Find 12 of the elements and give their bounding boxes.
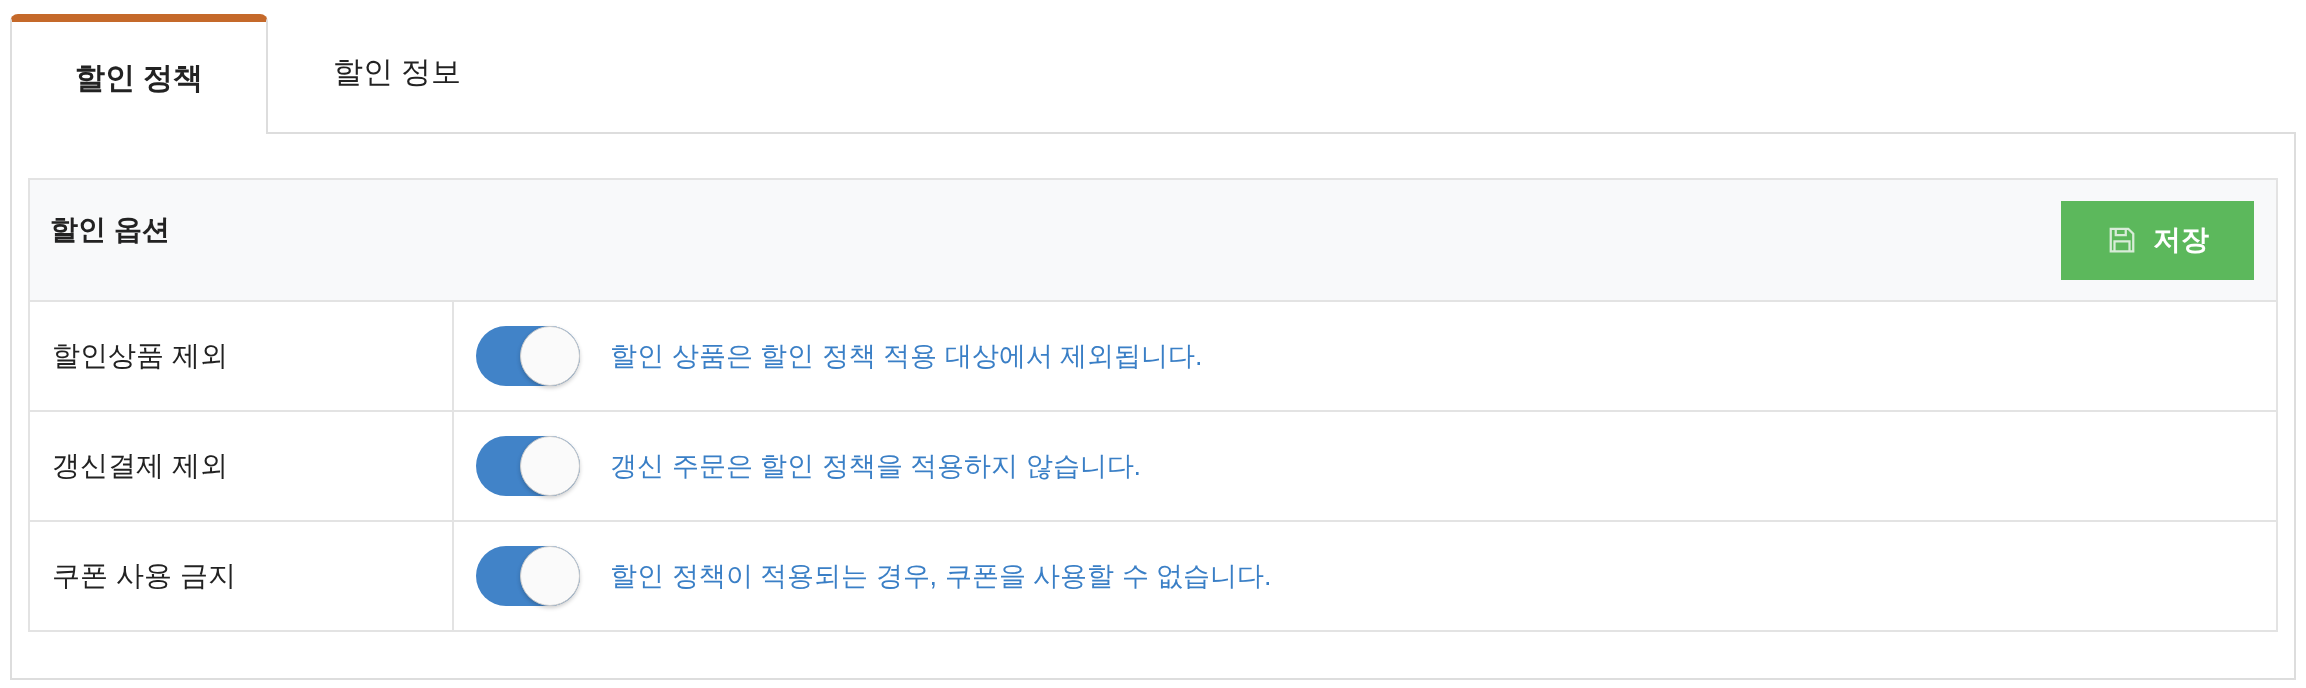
option-description: 할인 정책이 적용되는 경우, 쿠폰을 사용할 수 없습니다.: [610, 560, 1272, 593]
card-title: 할인 옵션: [50, 213, 170, 247]
option-label: 갱신결제 제외: [30, 412, 454, 520]
option-label: 쿠폰 사용 금지: [30, 522, 454, 630]
toggle-switch[interactable]: [476, 436, 580, 496]
option-label: 할인상품 제외: [30, 302, 454, 410]
toggle-switch[interactable]: [476, 546, 580, 606]
tab[interactable]: 할인 정책: [10, 14, 268, 134]
option-description: 갱신 주문은 할인 정책을 적용하지 않습니다.: [610, 450, 1141, 483]
option-description: 할인 상품은 할인 정책 적용 대상에서 제외됩니다.: [610, 340, 1203, 373]
tab[interactable]: 할인 정보: [268, 12, 526, 132]
toggle-switch[interactable]: [476, 326, 580, 386]
